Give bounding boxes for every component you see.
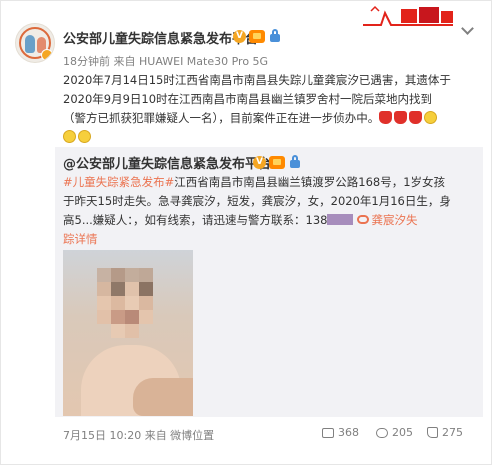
comment-button[interactable]: 205: [376, 426, 413, 439]
redacted-phone: [327, 214, 354, 225]
child-photo[interactable]: [63, 250, 193, 416]
repost-text-line: #儿童失踪紧急发布#江西省南昌市南昌县幽兰镇渡罗公路168号，1岁女孩: [63, 175, 446, 189]
detail-link[interactable]: 龚宸汐失: [371, 213, 417, 227]
lock-icon[interactable]: [290, 155, 300, 169]
post-text-line: 2020年7月14日15时江西省南昌市南昌县失踪儿童龚宸汐已遇害，其遗体于: [63, 73, 451, 87]
like-button[interactable]: 275: [427, 426, 463, 439]
repost-author[interactable]: @公安部儿童失踪信息紧急发布平台: [63, 153, 271, 172]
comment-icon: [376, 428, 388, 438]
vip-icon[interactable]: [249, 30, 265, 43]
share-count: 368: [338, 426, 359, 439]
chevron-down-icon[interactable]: [461, 22, 474, 35]
avatar-figure: [25, 35, 35, 53]
avatar[interactable]: [15, 23, 55, 63]
link-icon: [357, 215, 370, 224]
post-text-line: [63, 128, 479, 147]
share-button[interactable]: 368: [322, 426, 359, 439]
festive-banner: [361, 3, 456, 27]
candle-emoji: [379, 111, 393, 124]
repost-block[interactable]: @公安部儿童失踪信息紧急发布平台 V #儿童失踪紧急发布#江西省南昌市南昌县幽兰…: [55, 147, 483, 417]
cry-emoji: [424, 111, 438, 124]
photo-hand: [133, 378, 193, 416]
repost-time[interactable]: 7月15日 10:20 来自 微博位置: [63, 427, 214, 443]
cry-emoji: [78, 130, 91, 143]
repost-text-line: 踪详情: [63, 230, 477, 249]
post-text: 2020年7月14日15时江西省南昌市南昌县失踪儿童龚宸汐已遇害，其遗体于 20…: [63, 71, 479, 147]
post-text-line: 2020年9月9日10时在江西南昌市南昌县幽兰镇罗舍村一院后菜地内找到: [63, 92, 433, 106]
detail-link[interactable]: 踪详情: [63, 232, 98, 246]
repost-text-line: 高5...嫌疑人：，如有线索，请迅速与警方联系：138 龚宸汐失: [63, 213, 418, 227]
post-meta[interactable]: 18分钟前 来自 HUAWEI Mate30 Pro 5G: [63, 53, 268, 69]
verified-icon[interactable]: V: [253, 156, 266, 169]
weibo-card: 公安部儿童失踪信息紧急发布平台 V 18分钟前 来自 HUAWEI Mate30…: [0, 0, 492, 465]
repost-text-line: 于昨天15时走失。急寻龚宸汐，短发，龚宸汐，女，2020年1月16日生，身: [63, 194, 451, 208]
verified-icon[interactable]: V: [233, 30, 246, 43]
vip-icon[interactable]: [269, 156, 285, 169]
candle-emoji: [394, 111, 408, 124]
cry-emoji: [63, 130, 76, 143]
candle-emoji: [409, 111, 423, 124]
like-count: 275: [442, 426, 463, 439]
post-text-line: （警方已抓获犯罪嫌疑人一名），目前案件正在进一步侦办中。: [63, 109, 479, 128]
comment-count: 205: [392, 426, 413, 439]
author-name[interactable]: 公安部儿童失踪信息紧急发布平台: [63, 28, 258, 47]
share-icon: [322, 428, 334, 438]
lock-icon[interactable]: [270, 29, 280, 43]
repost-text: #儿童失踪紧急发布#江西省南昌市南昌县幽兰镇渡罗公路168号，1岁女孩 于昨天1…: [63, 173, 477, 249]
verified-badge-icon: [41, 49, 53, 61]
like-icon: [427, 427, 438, 438]
hashtag-link[interactable]: #儿童失踪紧急发布#: [63, 175, 174, 189]
